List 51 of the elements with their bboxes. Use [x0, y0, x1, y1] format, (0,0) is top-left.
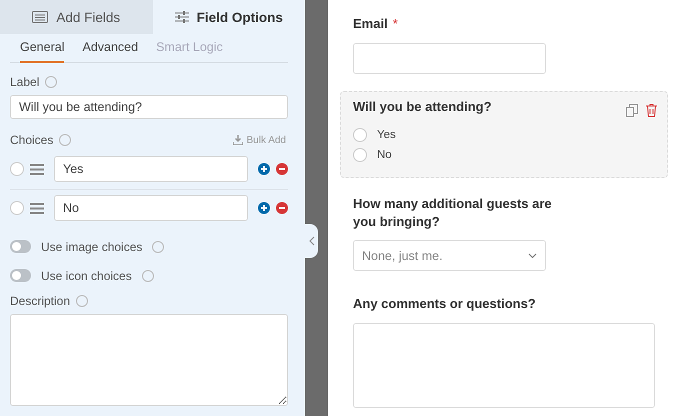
form-field[interactable]: Will you be attending? Yes No [340, 90, 668, 178]
question-label: How many additional guests are you bringing? [353, 196, 552, 229]
choice-input[interactable]: Yes [54, 156, 248, 182]
trash-icon[interactable] [646, 104, 657, 117]
remove-icon[interactable] [276, 202, 288, 214]
toggle-switch[interactable] [10, 240, 31, 253]
form-field[interactable]: How many additional guests are you bringing? None, just me. [340, 188, 668, 284]
help-icon [45, 76, 58, 88]
question-label: Will you be attending? [353, 98, 492, 114]
radio-button[interactable] [353, 128, 367, 142]
radio-button[interactable] [353, 148, 367, 162]
comments-textarea[interactable] [353, 322, 655, 408]
drag-handle-icon[interactable] [30, 164, 44, 174]
default-radio[interactable] [10, 162, 24, 176]
panel-tab[interactable]: Add Fields [0, 0, 152, 34]
field-label: Label [10, 75, 40, 89]
field-label: Description [10, 294, 70, 308]
sub-tab[interactable]: Advanced [82, 34, 138, 63]
download-icon [232, 135, 243, 145]
toggle-label: Use image choices [41, 240, 142, 254]
help-icon [76, 295, 88, 307]
add-icon[interactable] [258, 202, 270, 214]
duplicate-icon[interactable] [626, 104, 638, 117]
question-label: Any comments or questions? [353, 296, 536, 312]
help-icon [59, 134, 72, 146]
toggle-switch[interactable] [10, 269, 31, 282]
default-radio[interactable] [10, 201, 24, 215]
label-input[interactable]: Will you be attending? [10, 95, 288, 119]
sub-tab[interactable]: General [20, 34, 64, 63]
list-icon [32, 11, 48, 23]
chevron-down-icon [528, 252, 537, 259]
description-textarea[interactable] [10, 314, 288, 406]
field-label: Choices [10, 133, 54, 147]
option-label: No [377, 149, 392, 162]
option-label: Yes [377, 129, 396, 142]
toggle-label: Use icon choices [41, 268, 132, 282]
choice-input[interactable]: No [54, 195, 248, 221]
chevron-left-icon [308, 236, 314, 246]
collapse-button[interactable] [305, 224, 318, 258]
help-icon [142, 270, 154, 282]
guests-select[interactable]: None, just me. [353, 240, 546, 272]
required-mark: * [392, 16, 398, 31]
add-icon[interactable] [258, 163, 270, 175]
form-field[interactable]: Any comments or questions? [340, 288, 668, 416]
form-field[interactable]: Email * [340, 8, 668, 87]
sliders-icon [174, 11, 189, 23]
remove-icon[interactable] [276, 163, 288, 175]
drag-handle-icon[interactable] [30, 202, 44, 214]
email-input[interactable] [353, 42, 546, 74]
help-icon [152, 240, 164, 252]
question-label: Email [353, 16, 388, 31]
